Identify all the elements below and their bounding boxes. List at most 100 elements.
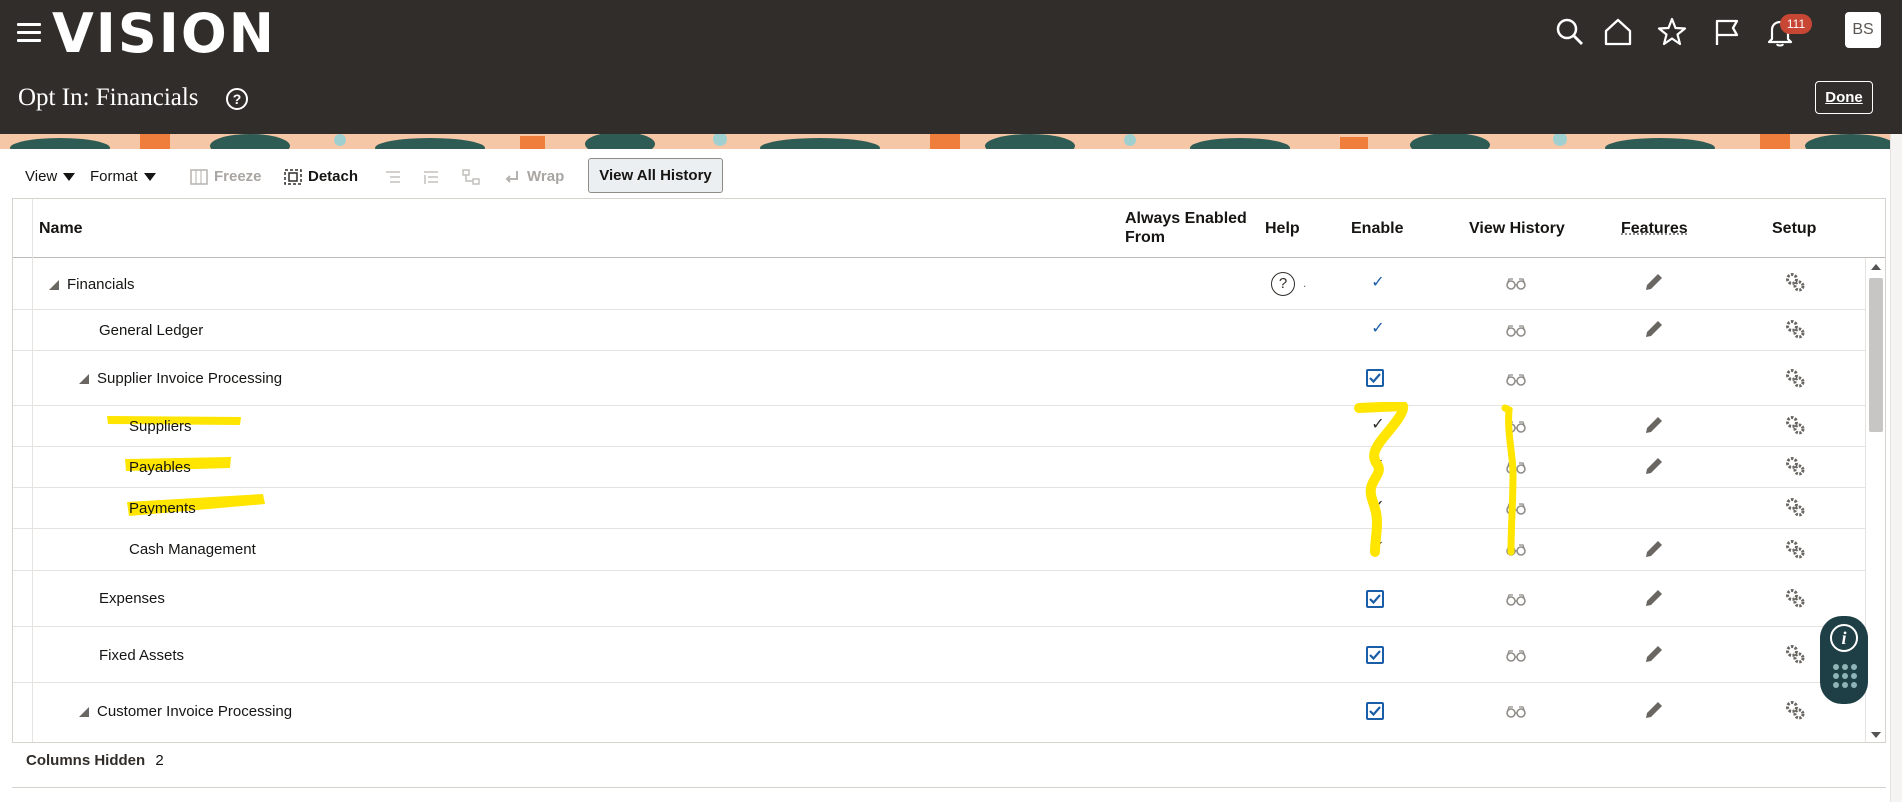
column-header-enable[interactable]: Enable: [1351, 219, 1403, 238]
setup-gear-icon[interactable]: [1784, 318, 1806, 340]
column-header-always-enabled-from[interactable]: Always Enabled From: [1125, 209, 1247, 247]
enabled-check-icon: ✓: [1371, 274, 1385, 291]
view-history-icon[interactable]: [1505, 700, 1527, 722]
menu-icon[interactable]: [17, 23, 41, 43]
setup-gear-icon[interactable]: [1784, 455, 1806, 477]
collapse-triangle-icon[interactable]: [49, 280, 59, 291]
view-history-icon[interactable]: [1505, 272, 1527, 294]
row-selector[interactable]: [13, 447, 33, 487]
app-header: VISION 111 BS Opt In: Financials ? Done: [0, 0, 1902, 134]
view-history-icon[interactable]: [1505, 368, 1527, 390]
setup-gear-icon[interactable]: [1784, 699, 1806, 721]
edit-pencil-icon[interactable]: [1643, 587, 1665, 609]
view-history-icon[interactable]: [1505, 497, 1527, 519]
column-header-features[interactable]: Features: [1621, 219, 1688, 238]
row-selector[interactable]: [13, 683, 33, 742]
row-selector[interactable]: [13, 258, 33, 309]
scrollbar-thumb[interactable]: [1869, 278, 1883, 432]
setup-gear-icon[interactable]: [1784, 496, 1806, 518]
view-history-icon[interactable]: [1505, 588, 1527, 610]
table-row[interactable]: Expenses: [13, 571, 1865, 627]
view-history-icon[interactable]: [1505, 319, 1527, 341]
column-header-setup[interactable]: Setup: [1772, 219, 1816, 238]
enable-checkbox[interactable]: [1366, 369, 1384, 387]
setup-gear-icon[interactable]: [1784, 643, 1806, 665]
enable-checkbox[interactable]: [1366, 590, 1384, 608]
setup-gear-icon[interactable]: [1784, 414, 1806, 436]
collapse-rows-icon[interactable]: [384, 168, 408, 185]
scroll-down-icon[interactable]: [1871, 732, 1881, 738]
hierarchy-icon[interactable]: [462, 168, 486, 185]
column-header-name[interactable]: Name: [39, 219, 83, 238]
row-selector[interactable]: [13, 627, 33, 682]
edit-pencil-icon[interactable]: [1643, 414, 1665, 436]
wrap-button[interactable]: Wrap: [503, 168, 564, 185]
table-vertical-scrollbar[interactable]: [1865, 258, 1885, 742]
enabled-check-icon: ✓: [1371, 320, 1385, 337]
table-row[interactable]: Cash Management ✓: [13, 529, 1865, 571]
table-row[interactable]: Fixed Assets: [13, 627, 1865, 683]
row-name: Financials: [67, 276, 135, 293]
search-icon[interactable]: [1552, 14, 1588, 50]
row-selector[interactable]: [13, 310, 33, 350]
setup-gear-icon[interactable]: [1784, 367, 1806, 389]
apps-grid-icon[interactable]: [1833, 664, 1857, 694]
freeze-label: Freeze: [214, 168, 262, 185]
edit-pencil-icon[interactable]: [1643, 643, 1665, 665]
vision-logo[interactable]: VISION: [52, 2, 276, 65]
detach-icon: [284, 169, 302, 185]
flag-icon[interactable]: [1708, 14, 1744, 50]
row-selector[interactable]: [13, 488, 33, 528]
format-menu[interactable]: Format: [90, 168, 156, 185]
avatar[interactable]: BS: [1845, 12, 1881, 48]
table-row[interactable]: Payables ✓: [13, 447, 1865, 488]
info-icon[interactable]: i: [1830, 624, 1858, 652]
view-history-icon[interactable]: [1505, 644, 1527, 666]
page-help-icon[interactable]: ?: [226, 88, 248, 110]
collapse-triangle-icon[interactable]: [79, 707, 89, 718]
collapse-triangle-icon[interactable]: [79, 374, 89, 385]
setup-gear-icon[interactable]: [1784, 271, 1806, 293]
scroll-up-icon[interactable]: [1871, 264, 1881, 270]
column-header-always-enabled-line2: From: [1125, 229, 1165, 246]
setup-gear-icon[interactable]: [1784, 538, 1806, 560]
table-row[interactable]: Financials ? . ✓: [13, 258, 1865, 310]
home-icon[interactable]: [1600, 14, 1636, 50]
column-header-help[interactable]: Help: [1265, 219, 1300, 238]
view-history-icon[interactable]: [1505, 538, 1527, 560]
column-header-view-history[interactable]: View History: [1469, 219, 1565, 238]
row-name: Expenses: [99, 590, 165, 607]
edit-pencil-icon[interactable]: [1643, 455, 1665, 477]
done-button[interactable]: Done: [1815, 81, 1873, 114]
edit-pencil-icon[interactable]: [1643, 699, 1665, 721]
view-history-icon[interactable]: [1505, 415, 1527, 437]
row-selector[interactable]: [13, 529, 33, 570]
page-vertical-scrollbar[interactable]: [1890, 134, 1902, 802]
help-icon[interactable]: ?: [1271, 272, 1295, 296]
floating-assistant-widget[interactable]: i: [1820, 616, 1868, 704]
table-row[interactable]: Payments ✓: [13, 488, 1865, 529]
view-all-history-button[interactable]: View All History: [588, 158, 723, 193]
table-row[interactable]: Customer Invoice Processing: [13, 683, 1865, 742]
freeze-button[interactable]: Freeze: [190, 168, 262, 185]
row-selector[interactable]: [13, 571, 33, 626]
enable-checkbox[interactable]: [1366, 646, 1384, 664]
table-row[interactable]: Suppliers ✓: [13, 406, 1865, 447]
row-name: General Ledger: [99, 322, 204, 339]
edit-pencil-icon[interactable]: [1643, 318, 1665, 340]
setup-gear-icon[interactable]: [1784, 587, 1806, 609]
wrap-label: Wrap: [527, 168, 565, 185]
row-selector[interactable]: [13, 406, 33, 446]
expand-rows-icon[interactable]: [422, 168, 446, 185]
table-row[interactable]: General Ledger ✓: [13, 310, 1865, 351]
detach-button[interactable]: Detach: [284, 168, 358, 185]
chevron-down-icon: [143, 173, 156, 182]
edit-pencil-icon[interactable]: [1643, 271, 1665, 293]
star-icon[interactable]: [1654, 14, 1690, 50]
edit-pencil-icon[interactable]: [1643, 538, 1665, 560]
row-selector[interactable]: [13, 351, 33, 405]
view-history-icon[interactable]: [1505, 456, 1527, 478]
view-menu[interactable]: View: [25, 168, 76, 185]
enable-checkbox[interactable]: [1366, 702, 1384, 720]
table-row[interactable]: Supplier Invoice Processing: [13, 351, 1865, 406]
